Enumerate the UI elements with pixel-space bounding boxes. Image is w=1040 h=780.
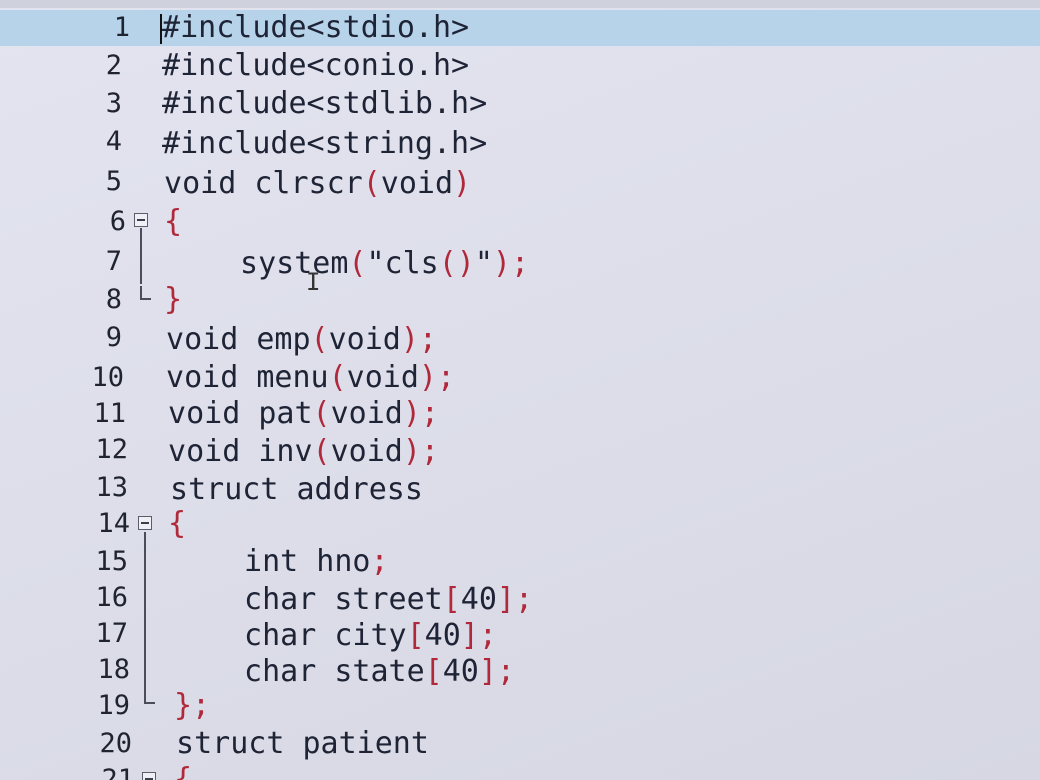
fold-guide <box>144 532 146 692</box>
code-editor[interactable]: 1 #include<stdio.h> 2 #include<conio.h> … <box>0 0 1040 780</box>
code-line[interactable]: void pat(void); <box>168 396 439 431</box>
fold-guide <box>140 228 142 284</box>
line-number: 17 <box>95 618 128 649</box>
text-cursor-icon: I <box>306 268 321 296</box>
code-line[interactable]: void inv(void); <box>168 434 439 469</box>
code-line[interactable]: char city[40]; <box>244 618 497 653</box>
code-line[interactable]: #include<conio.h> <box>162 48 469 83</box>
code-line[interactable]: { <box>168 506 186 541</box>
line-number: 11 <box>93 398 126 429</box>
code-line[interactable]: #include<stdio.h> <box>162 10 469 45</box>
code-line[interactable]: struct patient <box>176 726 429 761</box>
line-number: 5 <box>105 166 122 197</box>
line-number: 19 <box>97 690 130 721</box>
code-line[interactable]: { <box>164 204 182 239</box>
line-number: 7 <box>105 246 122 277</box>
code-line[interactable]: }; <box>174 688 210 723</box>
line-number: 20 <box>99 728 132 759</box>
fold-end-marker <box>140 286 151 300</box>
line-number: 16 <box>95 582 128 613</box>
editor-top-edge <box>0 0 1040 8</box>
line-number: 9 <box>105 322 122 353</box>
line-number: 2 <box>105 50 122 81</box>
code-line[interactable]: void clrscr(void) <box>164 166 471 201</box>
fold-collapse-icon[interactable] <box>138 516 152 530</box>
line-number: 21 <box>101 764 134 780</box>
fold-collapse-icon[interactable] <box>134 213 148 227</box>
code-line[interactable]: system("cls()"); <box>240 246 529 281</box>
line-number: 15 <box>95 546 128 577</box>
fold-collapse-icon[interactable] <box>142 772 156 780</box>
code-line[interactable]: char street[40]; <box>244 582 533 617</box>
fold-end-marker <box>144 690 155 704</box>
code-line[interactable]: struct address <box>170 472 423 507</box>
code-line[interactable]: char state[40]; <box>244 654 515 689</box>
line-number: 18 <box>97 654 130 685</box>
code-line[interactable]: } <box>164 282 182 317</box>
line-number: 6 <box>109 206 126 237</box>
code-line[interactable]: int hno; <box>244 544 389 579</box>
line-number: 1 <box>113 12 130 43</box>
code-line[interactable]: #include<stdlib.h> <box>162 86 487 121</box>
code-line[interactable]: #include<string.h> <box>162 126 487 161</box>
code-line[interactable]: void menu(void); <box>166 360 455 395</box>
line-number: 10 <box>91 362 124 393</box>
line-number: 12 <box>95 434 128 465</box>
line-number: 3 <box>105 88 122 119</box>
current-line-highlight <box>0 10 1040 46</box>
line-number: 13 <box>95 472 128 503</box>
code-line[interactable]: { <box>174 762 192 780</box>
line-number: 4 <box>105 126 122 157</box>
line-number: 8 <box>105 284 122 315</box>
line-number: 14 <box>97 508 130 539</box>
code-line[interactable]: void emp(void); <box>166 322 437 357</box>
